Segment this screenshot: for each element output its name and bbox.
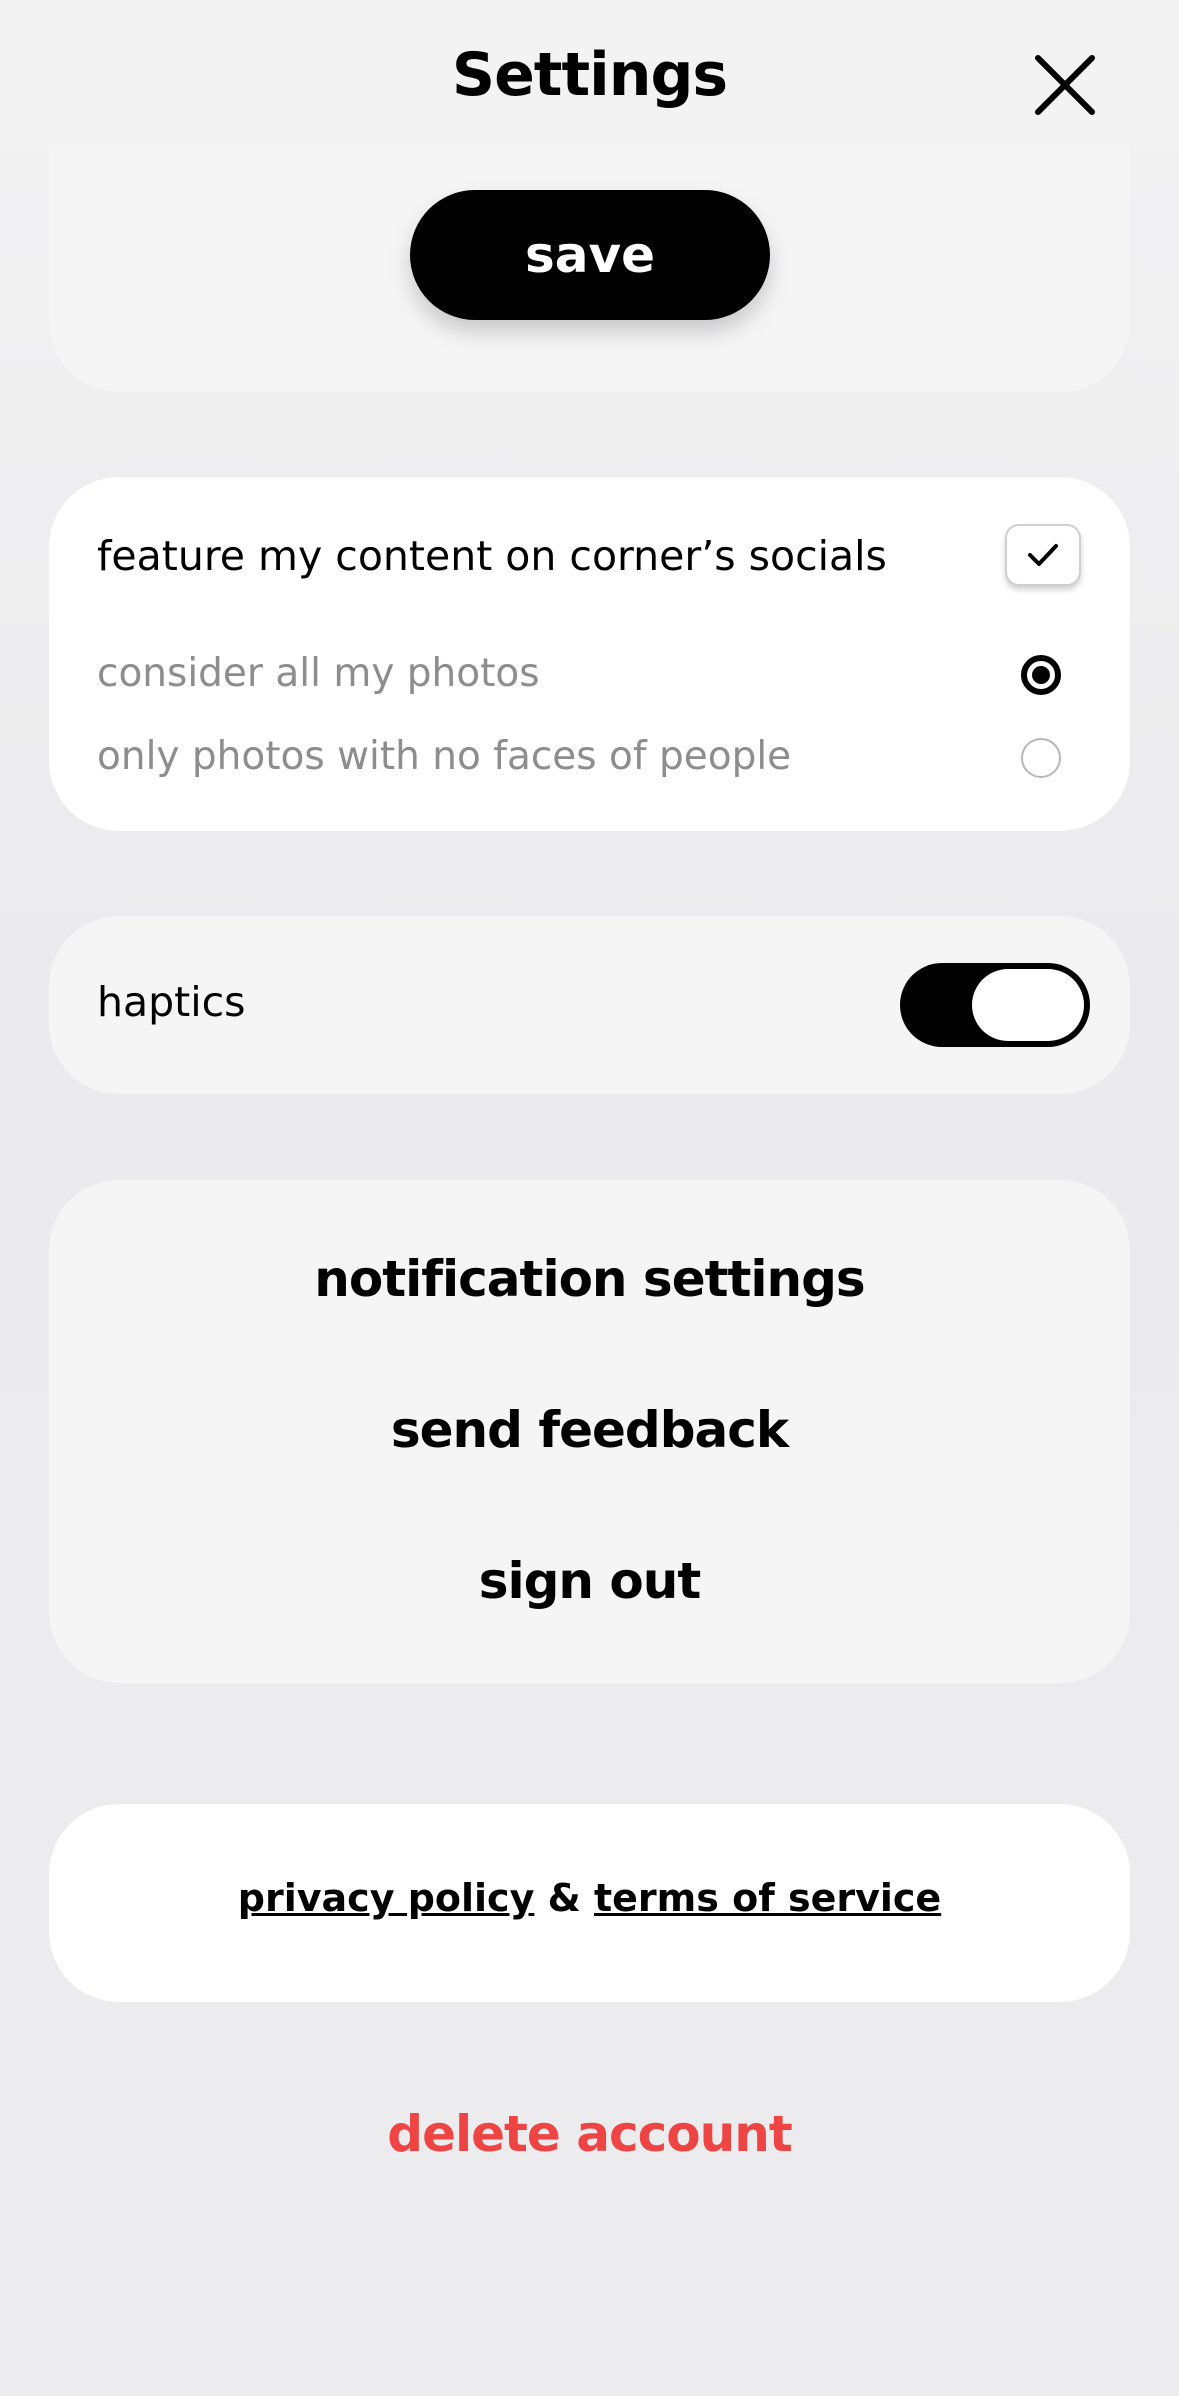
- send-feedback-button[interactable]: send feedback: [49, 1401, 1130, 1459]
- toggle-knob: [972, 969, 1084, 1041]
- legal-separator: &: [547, 1876, 581, 1920]
- feature-content-label: feature my content on corner’s socials: [97, 532, 887, 580]
- option-all-photos-label: consider all my photos: [97, 651, 540, 696]
- feature-content-card: feature my content on corner’s socials c…: [49, 477, 1130, 831]
- option-no-faces-label: only photos with no faces of people: [97, 734, 792, 779]
- close-icon: [1035, 55, 1095, 115]
- terms-of-service-link[interactable]: terms of service: [594, 1876, 941, 1920]
- save-button[interactable]: save: [410, 190, 770, 320]
- page-title: Settings: [451, 40, 728, 110]
- settings-menu-card: notification settings send feedback sign…: [49, 1180, 1130, 1683]
- close-button[interactable]: [1030, 50, 1100, 120]
- checkmark-icon: [1028, 544, 1058, 566]
- privacy-policy-link[interactable]: privacy policy: [238, 1876, 535, 1920]
- delete-account-button[interactable]: delete account: [0, 2105, 1179, 2163]
- legal-links: privacy policy & terms of service: [49, 1876, 1130, 1920]
- haptics-label: haptics: [97, 978, 246, 1026]
- option-no-faces-radio[interactable]: [1021, 738, 1061, 778]
- option-all-photos-radio[interactable]: [1021, 655, 1061, 695]
- sign-out-button[interactable]: sign out: [49, 1552, 1130, 1610]
- haptics-card: haptics: [49, 916, 1130, 1094]
- notification-settings-button[interactable]: notification settings: [49, 1250, 1130, 1308]
- header-bar: Settings: [0, 0, 1179, 150]
- legal-card: privacy policy & terms of service: [49, 1804, 1130, 2002]
- feature-content-checkbox[interactable]: [1005, 524, 1081, 586]
- haptics-toggle[interactable]: [900, 963, 1090, 1047]
- radio-selected-dot: [1032, 666, 1050, 684]
